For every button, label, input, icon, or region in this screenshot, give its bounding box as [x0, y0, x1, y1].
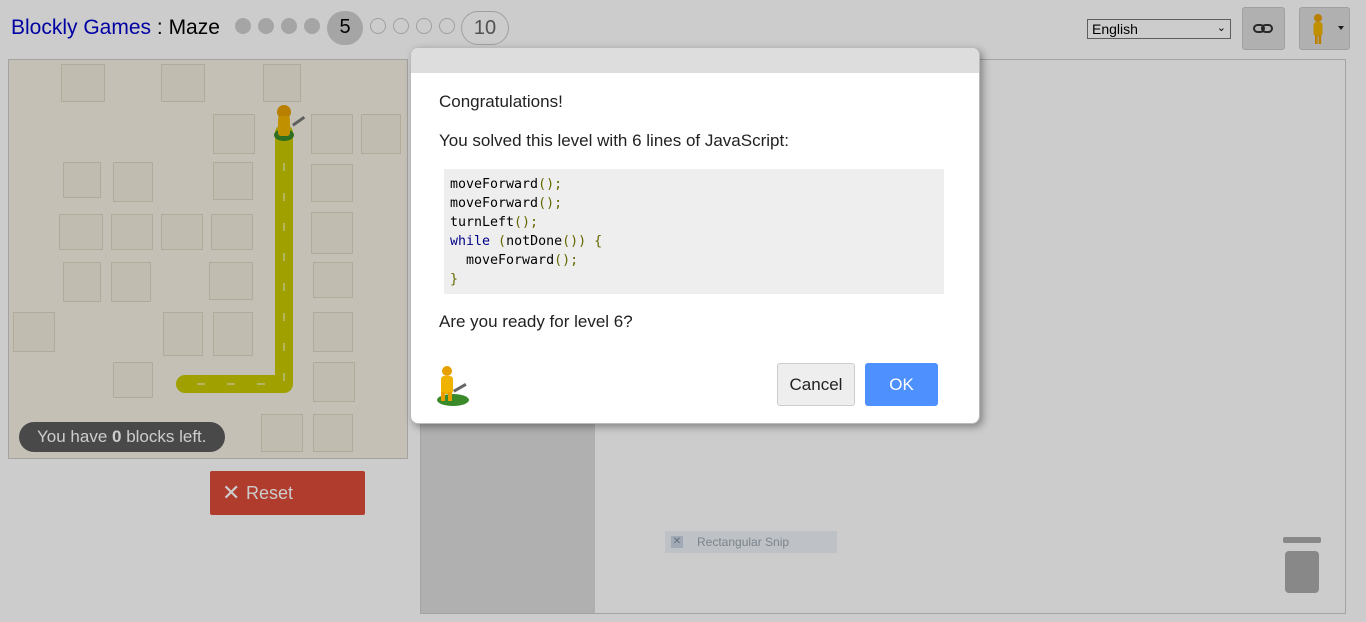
code-block: moveForward(); moveForward(); turnLeft()…	[444, 169, 944, 294]
code-line-6: }	[450, 272, 459, 287]
code-line-2: moveForward();	[450, 196, 563, 211]
code-line-4: while (notDone()) {	[450, 234, 603, 249]
dialog-question: Are you ready for level 6?	[439, 312, 633, 331]
dialog-message: You solved this level with 6 lines of Ja…	[439, 131, 789, 150]
cancel-button[interactable]: Cancel	[777, 363, 855, 406]
code-line-3: turnLeft();	[450, 215, 539, 230]
congratulations-dialog: Congratulations! You solved this level w…	[410, 47, 980, 424]
ok-button[interactable]: OK	[865, 363, 938, 406]
dialog-heading: Congratulations!	[439, 92, 563, 111]
code-line-1: moveForward();	[450, 177, 563, 192]
pegman-icon	[437, 366, 469, 406]
code-line-5: moveForward();	[450, 253, 579, 268]
dialog-titlebar[interactable]	[411, 48, 979, 73]
